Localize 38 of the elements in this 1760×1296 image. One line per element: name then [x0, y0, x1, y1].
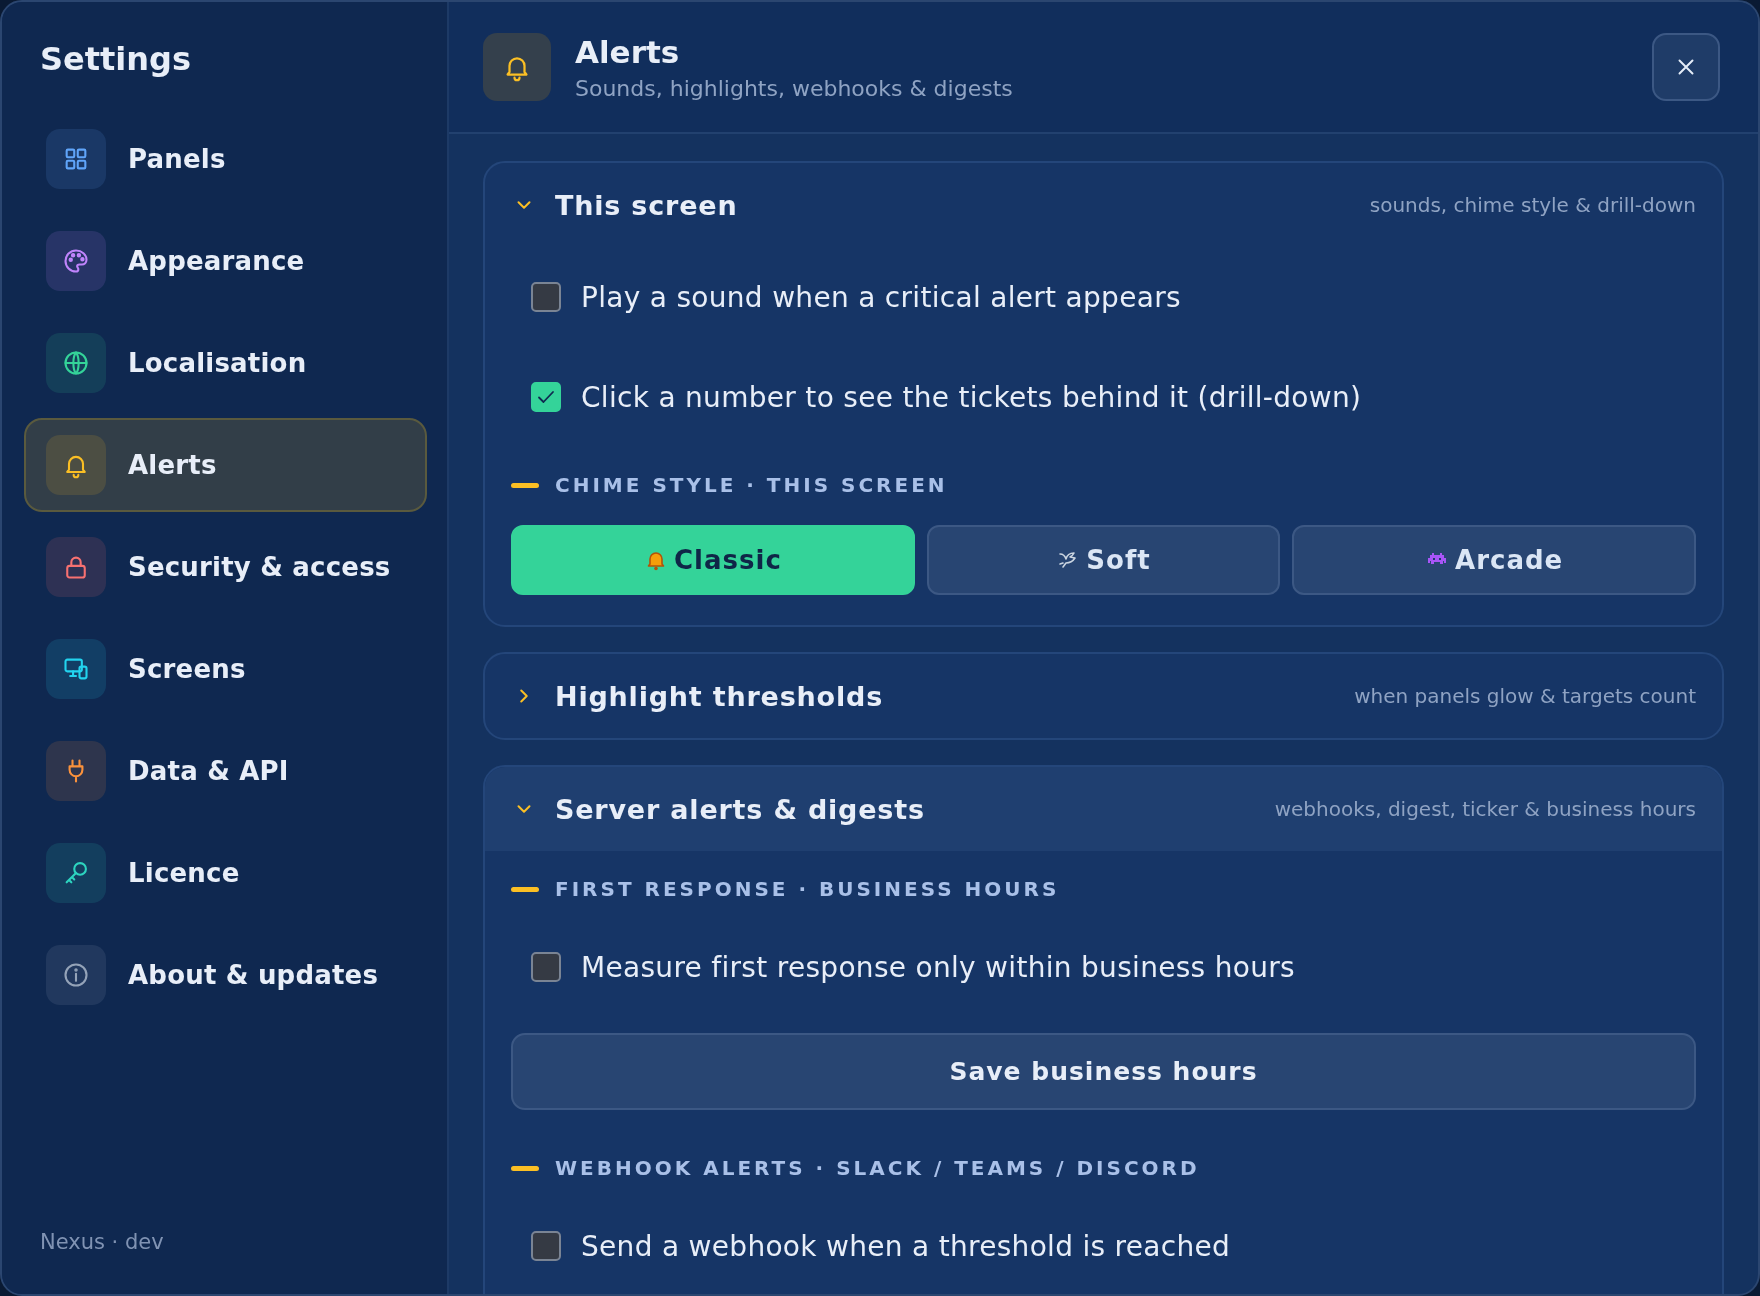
section-heading: WEBHOOK ALERTS · SLACK / TEAMS / DISCORD [555, 1156, 1200, 1180]
version-label: Nexus · dev [39, 1230, 165, 1254]
save-button[interactable]: Save business hours [511, 1033, 1696, 1110]
sidebar-item[interactable]: Data & API [24, 724, 427, 818]
sidebar-item[interactable]: About & updates [24, 928, 427, 1022]
dash-marker [511, 1165, 539, 1171]
page-title: Alerts [575, 33, 681, 70]
close-button[interactable] [1652, 33, 1720, 101]
checkbox[interactable] [531, 952, 561, 982]
sidebar-item[interactable]: Localisation [24, 316, 427, 410]
sidebar-item[interactable]: Security & access [24, 520, 427, 614]
section-header[interactable]: This screen sounds, chime style & drill-down [485, 163, 1722, 247]
page-subtitle: Sounds, highlights, webhooks & digests [575, 75, 1014, 101]
section-hint: sounds, chime style & drill-down [1369, 193, 1696, 217]
sidebar-item[interactable]: Alerts [24, 418, 427, 512]
section-hint: webhooks, digest, ticker & business hours [1274, 797, 1696, 821]
sidebar-title: Settings [39, 39, 193, 80]
chime-option[interactable]: Soft [926, 525, 1281, 595]
checkbox-label: Play a sound when a critical alert appears [581, 280, 1181, 314]
checkbox-label: Measure first response only within business hours [581, 950, 1295, 984]
checkbox[interactable] [531, 1231, 561, 1261]
sidebar-item[interactable]: Licence [24, 826, 427, 920]
chime-option[interactable]: Arcade [1292, 525, 1696, 595]
section-heading: CHIME STYLE · THIS SCREEN [555, 473, 948, 497]
checkbox-label: Send a webhook when a threshold is reached [581, 1229, 1231, 1263]
checkbox[interactable] [531, 382, 561, 412]
sidebar-item[interactable]: Panels [24, 112, 427, 206]
checkbox-label: Click a number to see the tickets behind it (drill-down) [581, 380, 1362, 414]
section-header[interactable]: Highlight thresholds when panels glow & targets count [485, 654, 1722, 738]
dash-marker [511, 482, 539, 488]
section-header[interactable]: Server alerts & digests webhooks, digest, ticker & business hours [485, 767, 1722, 851]
chime-option[interactable]: Classic [511, 525, 915, 595]
section-hint: when panels glow & targets count [1354, 684, 1696, 708]
sidebar-item[interactable]: Appearance [24, 214, 427, 308]
dash-marker [511, 886, 539, 892]
section-heading: FIRST RESPONSE · BUSINESS HOURS [555, 877, 1060, 901]
checkbox[interactable] [531, 282, 561, 312]
sidebar-item[interactable]: Screens [24, 622, 427, 716]
